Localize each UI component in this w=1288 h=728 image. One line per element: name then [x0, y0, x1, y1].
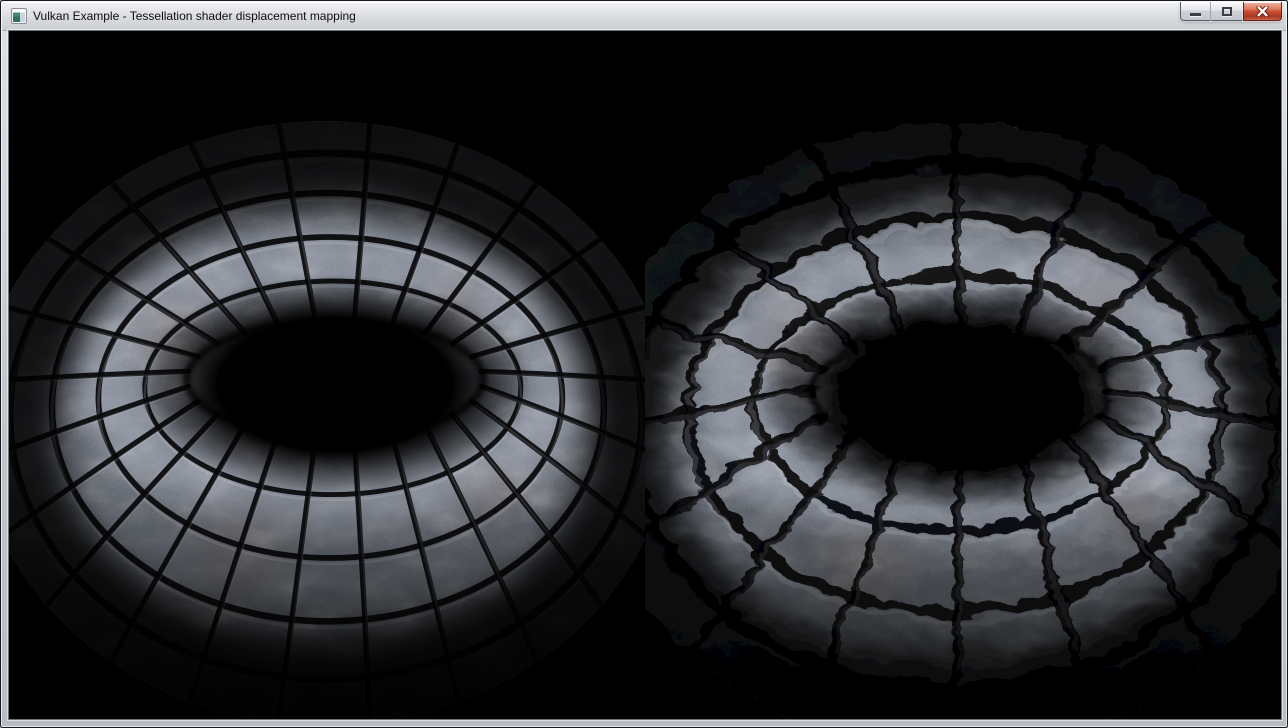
- close-icon: [1256, 6, 1269, 17]
- torus-render-displaced: [645, 31, 1281, 719]
- maximize-icon: [1222, 7, 1232, 16]
- minimize-button[interactable]: [1180, 2, 1211, 21]
- window-title: Vulkan Example - Tessellation shader dis…: [33, 2, 356, 30]
- screen: Vulkan Example - Tessellation shader dis…: [0, 0, 1288, 728]
- torus-render-smooth: [9, 31, 645, 719]
- app-icon: [11, 8, 27, 24]
- minimize-icon: [1190, 13, 1201, 16]
- close-button[interactable]: [1243, 2, 1282, 21]
- app-window: Vulkan Example - Tessellation shader dis…: [0, 0, 1288, 728]
- maximize-button[interactable]: [1211, 2, 1243, 21]
- caption-buttons: [1180, 2, 1282, 22]
- titlebar[interactable]: Vulkan Example - Tessellation shader dis…: [2, 2, 1286, 31]
- render-viewport[interactable]: [8, 30, 1282, 720]
- render-right-displacement: [645, 31, 1281, 719]
- render-left-no-displacement: [9, 31, 645, 719]
